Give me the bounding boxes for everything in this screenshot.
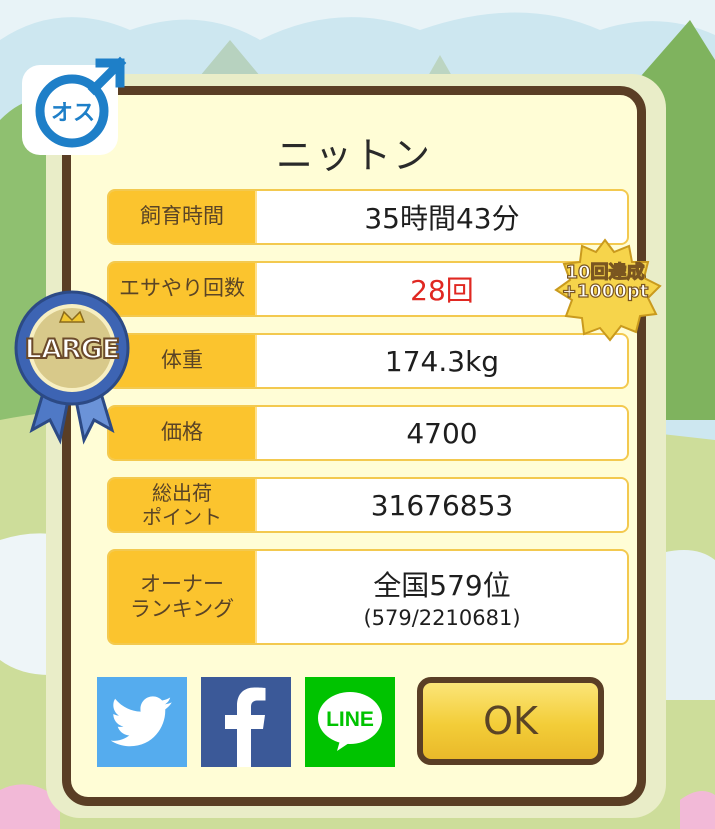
ranking-detail: (579/2210681) (363, 606, 521, 630)
ribbon-text: LARGE (24, 333, 122, 366)
ranking-main: 全国579位 (373, 569, 511, 602)
stat-value: 174.3kg (257, 335, 627, 387)
facebook-share-button[interactable] (201, 677, 291, 767)
facebook-f-icon (225, 687, 266, 767)
line-share-button[interactable]: LINE (305, 677, 395, 767)
achievement-line2: +1000pt (561, 280, 649, 302)
stat-row-owner-ranking: オーナー ランキング 全国579位 (579/2210681) (107, 549, 629, 645)
ok-button[interactable]: OK (417, 677, 604, 765)
achievement-badge: 10回達成 +1000pt (546, 238, 664, 342)
character-name: ニットン (276, 134, 432, 177)
stat-label: オーナー ランキング (109, 551, 255, 643)
stat-value: 4700 (257, 407, 627, 459)
stat-value: 35時間43分 (257, 191, 627, 243)
size-ribbon-large: LARGE (10, 280, 134, 445)
stat-row-price: 価格 4700 (107, 405, 629, 461)
line-app-icon: LINE (318, 692, 382, 751)
stat-label: 総出荷 ポイント (109, 479, 255, 531)
gender-text: オス (50, 101, 95, 126)
stat-row-rearing-time: 飼育時間 35時間43分 (107, 189, 629, 245)
status-dialog: ニットン 飼育時間 35時間43分 エサやり回数 28回 体重 174.3kg … (62, 86, 646, 806)
stat-value: 全国579位 (579/2210681) (257, 551, 627, 643)
twitter-share-button[interactable] (97, 677, 187, 767)
gender-badge: オス (22, 55, 132, 155)
stat-value: 31676853 (257, 479, 627, 531)
line-label: LINE (326, 708, 374, 731)
stat-row-shipping-points: 総出荷 ポイント 31676853 (107, 477, 629, 533)
stat-label: 飼育時間 (109, 191, 255, 243)
twitter-bird-icon (111, 696, 172, 747)
